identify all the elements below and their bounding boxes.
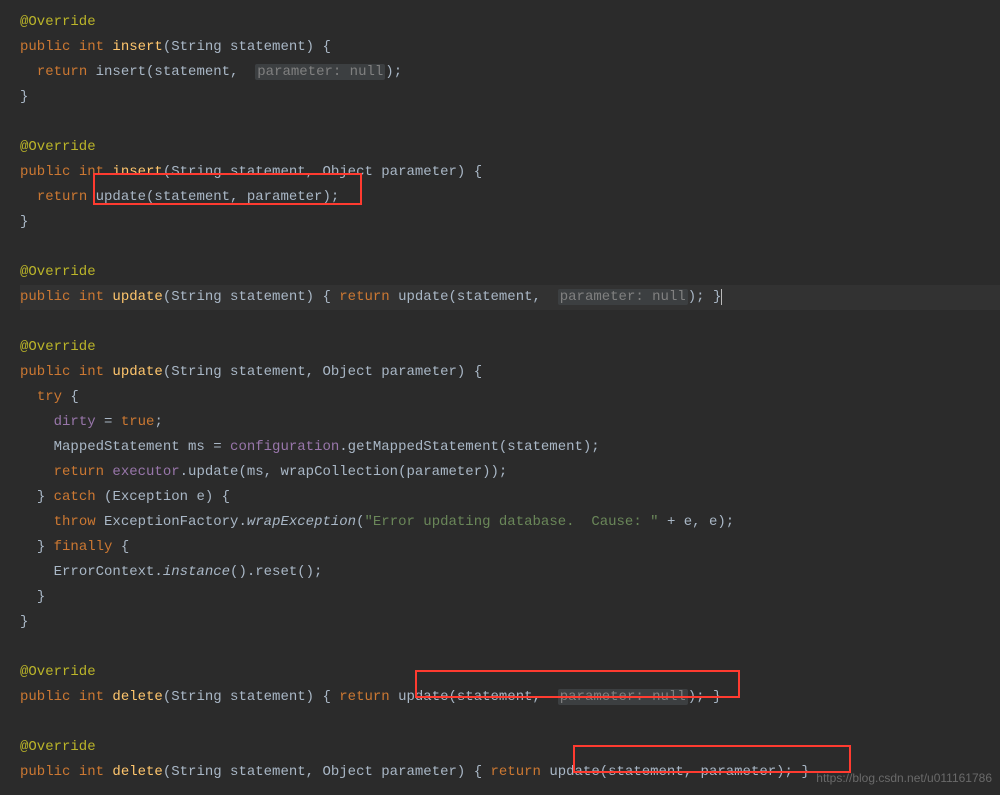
annotation: @Override (20, 264, 96, 280)
field-dirty: dirty (54, 414, 96, 430)
annotation: @Override (20, 14, 96, 30)
code-line: MappedStatement ms = configuration.getMa… (20, 435, 1000, 460)
text-cursor (721, 289, 722, 305)
parameter-hint: parameter: null (255, 64, 385, 80)
code-line: @Override (20, 10, 1000, 35)
code-line: } (20, 585, 1000, 610)
code-line: public int delete(String statement) { re… (20, 685, 1000, 710)
code-line: @Override (20, 735, 1000, 760)
update-call: update(statement, parameter); (96, 189, 340, 205)
annotation: @Override (20, 739, 96, 755)
code-line: return insert(statement, parameter: null… (20, 60, 1000, 85)
code-line: } (20, 85, 1000, 110)
code-line: return update(statement, parameter); (20, 185, 1000, 210)
static-method: instance (163, 564, 230, 580)
code-line: } catch (Exception e) { (20, 485, 1000, 510)
string-literal: "Error updating database. Cause: " (364, 514, 658, 530)
static-method: wrapException (247, 514, 356, 530)
parameter-hint: parameter: null (558, 689, 688, 705)
code-line: public int insert(String statement) { (20, 35, 1000, 60)
code-line: } finally { (20, 535, 1000, 560)
field-configuration: configuration (230, 439, 339, 455)
code-line: @Override (20, 660, 1000, 685)
code-line: try { (20, 385, 1000, 410)
code-editor[interactable]: @Override public int insert(String state… (0, 0, 1000, 795)
code-line (20, 710, 1000, 735)
code-line: throw ExceptionFactory.wrapException("Er… (20, 510, 1000, 535)
parameter-hint: parameter: null (558, 289, 688, 305)
watermark: https://blog.csdn.net/u011161786 (816, 771, 992, 785)
code-line: public int update(String statement, Obje… (20, 360, 1000, 385)
annotation: @Override (20, 664, 96, 680)
code-line: @Override (20, 135, 1000, 160)
code-line: @Override (20, 260, 1000, 285)
code-line (20, 635, 1000, 660)
code-line (20, 235, 1000, 260)
method-update: update (112, 289, 162, 305)
code-line: public int insert(String statement, Obje… (20, 160, 1000, 185)
code-line (20, 110, 1000, 135)
method-insert: insert (112, 39, 162, 55)
code-line (20, 310, 1000, 335)
code-line: dirty = true; (20, 410, 1000, 435)
method-delete: delete (112, 689, 162, 705)
method-delete-2: delete (112, 764, 162, 780)
code-line: } (20, 610, 1000, 635)
code-line: ErrorContext.instance().reset(); (20, 560, 1000, 585)
annotation: @Override (20, 139, 96, 155)
update-call: update(statement, (398, 689, 558, 705)
method-insert-2: insert (112, 164, 162, 180)
code-line: return executor.update(ms, wrapCollectio… (20, 460, 1000, 485)
field-executor: executor (112, 464, 179, 480)
code-line: @Override (20, 335, 1000, 360)
annotation: @Override (20, 339, 96, 355)
code-line: } (20, 210, 1000, 235)
method-update-2: update (112, 364, 162, 380)
code-line-active: public int update(String statement) { re… (20, 285, 1000, 310)
update-call: update(statement, parameter); (549, 764, 793, 780)
